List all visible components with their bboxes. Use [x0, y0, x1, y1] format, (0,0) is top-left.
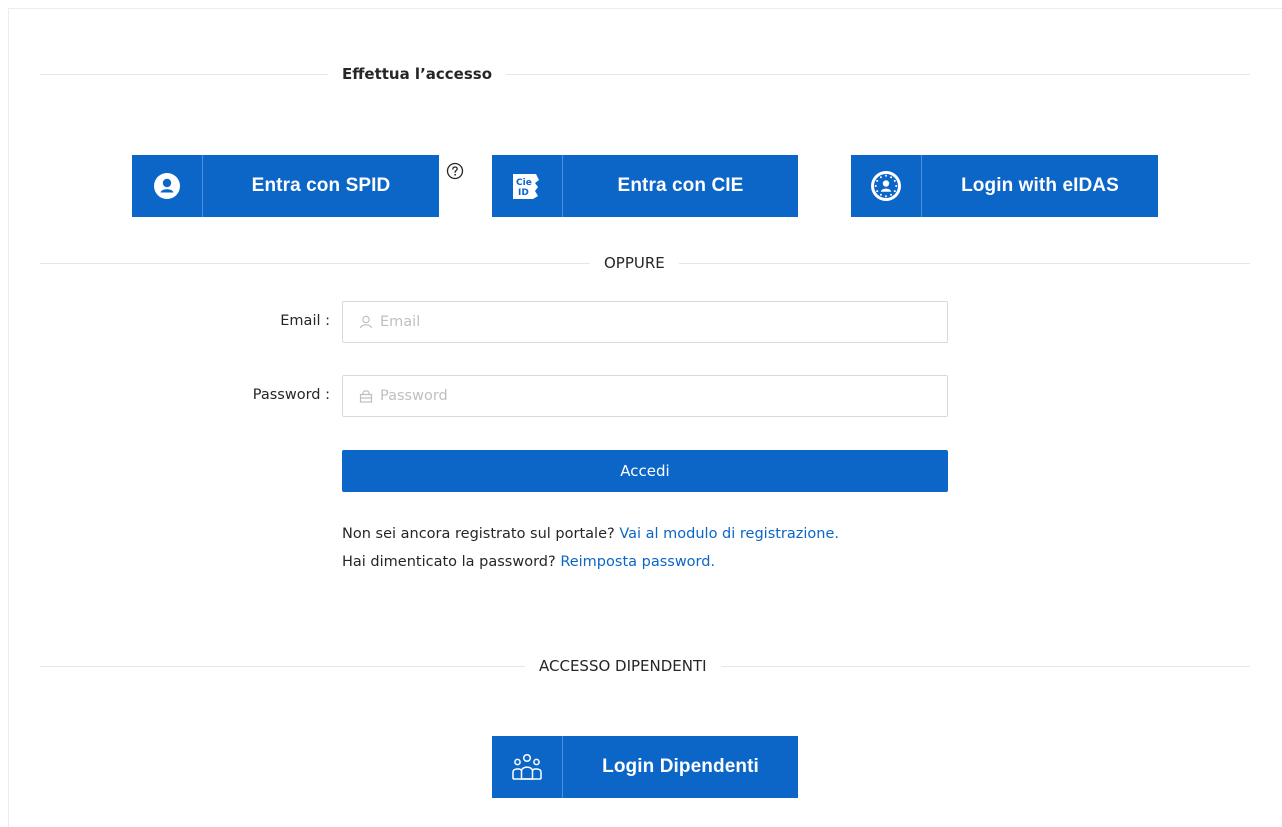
- svg-text:Cie: Cie: [516, 178, 532, 188]
- register-info-line: Non sei ancora registrato sul portale? V…: [342, 526, 839, 542]
- spid-user-icon: [154, 173, 180, 199]
- user-icon: [359, 315, 373, 329]
- employee-login-button[interactable]: Login Dipendenti: [492, 736, 798, 798]
- page-frame: [8, 8, 1282, 827]
- employee-login-label: Login Dipendenti: [602, 756, 759, 777]
- lock-icon: [359, 390, 373, 403]
- eidas-login-button[interactable]: Login with eIDAS: [851, 155, 1158, 217]
- password-input[interactable]: [380, 377, 947, 415]
- or-divider-title: OPPURE: [590, 253, 679, 273]
- cie-icon-box: Cie ID: [492, 155, 563, 217]
- cie-login-label: Entra con CIE: [617, 175, 744, 196]
- reset-password-link[interactable]: Reimposta password.: [560, 554, 715, 570]
- register-question-text: Non sei ancora registrato sul portale?: [342, 526, 615, 542]
- eidas-stars-user-icon: [871, 171, 901, 201]
- email-field-wrapper[interactable]: [342, 301, 948, 343]
- cie-id-logo-icon: Cie ID: [513, 174, 539, 199]
- eidas-login-label: Login with eIDAS: [961, 175, 1119, 196]
- svg-text:ID: ID: [518, 188, 529, 198]
- login-section-divider: [40, 74, 1250, 75]
- spid-login-label: Entra con SPID: [251, 175, 391, 196]
- password-label: Password :: [252, 387, 330, 403]
- register-link[interactable]: Vai al modulo di registrazione.: [619, 526, 839, 542]
- employees-divider-title: ACCESSO DIPENDENTI: [525, 656, 721, 676]
- forgot-password-info-line: Hai dimenticato la password? Reimposta p…: [342, 554, 715, 570]
- spid-login-button[interactable]: Entra con SPID: [132, 155, 439, 217]
- forgot-question-text: Hai dimenticato la password?: [342, 554, 556, 570]
- users-group-icon: [512, 753, 542, 780]
- login-section-title: Effettua l’accesso: [328, 64, 507, 84]
- submit-login-button[interactable]: Accedi: [342, 450, 948, 492]
- email-label: Email :: [280, 313, 330, 329]
- question-mark-icon[interactable]: [446, 162, 464, 180]
- email-input[interactable]: [380, 303, 947, 341]
- password-field-wrapper[interactable]: [342, 375, 948, 417]
- eidas-icon-box: [851, 155, 922, 217]
- spid-icon-box: [132, 155, 203, 217]
- employee-icon-box: [492, 736, 563, 798]
- cie-login-button[interactable]: Cie ID Entra con CIE: [492, 155, 798, 217]
